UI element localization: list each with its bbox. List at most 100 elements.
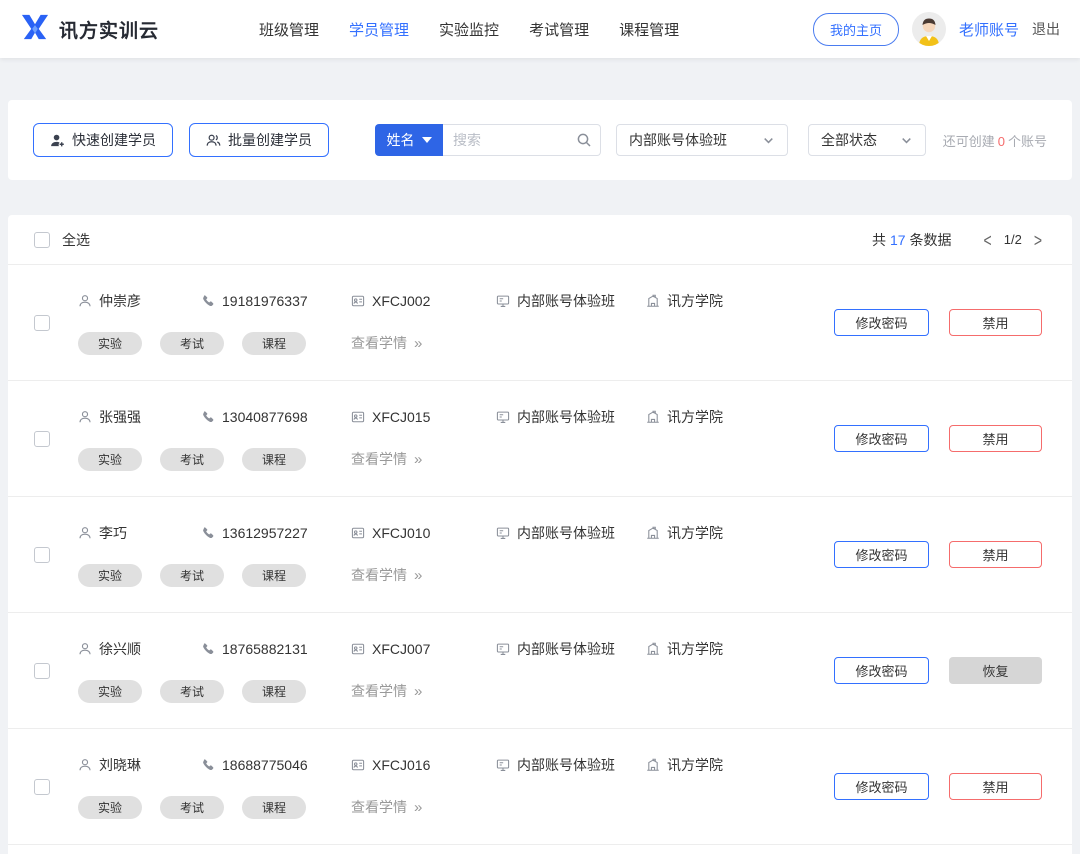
brand: 讯方实训云 — [20, 13, 159, 46]
view-progress-link[interactable]: 查看学情 » — [351, 797, 422, 817]
status-toggle-button[interactable]: 恢复 — [949, 657, 1042, 684]
change-password-button[interactable]: 修改密码 — [834, 541, 929, 568]
nav-experiment-monitor[interactable]: 实验监控 — [439, 19, 499, 40]
person-add-icon — [50, 133, 65, 148]
row-checkbox[interactable] — [34, 663, 50, 679]
student-list-card: 全选 共17条数据 < 1/2 > 仲崇彦 — [8, 215, 1072, 854]
table-row: 李巧 13612957227 — [8, 497, 1072, 613]
person-icon — [78, 410, 92, 424]
search-box — [443, 124, 601, 156]
status-toggle-button[interactable]: 禁用 — [949, 541, 1042, 568]
phone-number: 13612957227 — [222, 525, 308, 541]
list-header-right: 共17条数据 < 1/2 > — [872, 230, 1042, 250]
search-field-select[interactable]: 姓名 — [375, 124, 443, 156]
class-name: 内部账号体验班 — [517, 755, 615, 775]
phone-number: 18688775046 — [222, 757, 308, 773]
row-info-line: 刘晓琳 18688775046 — [78, 755, 834, 775]
search-field-value: 姓名 — [387, 130, 415, 150]
row-checkbox[interactable] — [34, 547, 50, 563]
table-row: 刘晓琳 18688775046 — [8, 729, 1072, 845]
row-info-line: 仲崇彦 19181976337 — [78, 291, 834, 311]
tag-experiment[interactable]: 实验 — [78, 796, 142, 819]
tag-course[interactable]: 课程 — [242, 796, 306, 819]
nav-class-management[interactable]: 班级管理 — [259, 19, 319, 40]
row-action-line: 实验 考试 课程 查看学情 » — [78, 796, 834, 819]
quota-remaining: 还可创建0个账号 — [943, 131, 1047, 150]
batch-create-student-button[interactable]: 批量创建学员 — [189, 123, 329, 157]
tag-course[interactable]: 课程 — [242, 448, 306, 471]
total-suffix: 条数据 — [910, 232, 952, 248]
tag-exam[interactable]: 考试 — [160, 332, 224, 355]
tag-experiment[interactable]: 实验 — [78, 564, 142, 587]
student-name: 李巧 — [99, 523, 127, 543]
class-cell: 内部账号体验班 — [496, 755, 646, 775]
select-all-checkbox[interactable] — [34, 232, 50, 248]
tag-course[interactable]: 课程 — [242, 680, 306, 703]
quick-create-label: 快速创建学员 — [72, 130, 156, 150]
row-actions: 修改密码 恢复 — [834, 657, 1042, 684]
id-card-icon — [351, 642, 365, 656]
tag-experiment[interactable]: 实验 — [78, 680, 142, 703]
quota-count: 0 — [998, 134, 1005, 149]
double-arrow-icon: » — [414, 799, 422, 816]
view-progress-link[interactable]: 查看学情 » — [351, 449, 422, 469]
next-page-icon[interactable]: > — [1034, 229, 1042, 250]
phone-number: 19181976337 — [222, 293, 308, 309]
account-name[interactable]: 老师账号 — [959, 19, 1019, 40]
tag-course[interactable]: 课程 — [242, 564, 306, 587]
id-card-icon — [351, 758, 365, 772]
change-password-button[interactable]: 修改密码 — [834, 657, 929, 684]
row-checkbox[interactable] — [34, 431, 50, 447]
view-progress-link[interactable]: 查看学情 » — [351, 681, 422, 701]
tag-exam[interactable]: 考试 — [160, 796, 224, 819]
prev-page-icon[interactable]: < — [984, 229, 992, 250]
change-password-button[interactable]: 修改密码 — [834, 309, 929, 336]
student-name-cell: 仲崇彦 — [78, 291, 201, 311]
search-icon[interactable] — [576, 132, 592, 153]
row-info-line: 张强强 13040877698 — [78, 407, 834, 427]
status-toggle-button[interactable]: 禁用 — [949, 425, 1042, 452]
class-filter-dropdown[interactable]: 内部账号体验班 — [616, 124, 788, 156]
tag-course[interactable]: 课程 — [242, 332, 306, 355]
tag-exam[interactable]: 考试 — [160, 564, 224, 587]
change-password-button[interactable]: 修改密码 — [834, 773, 929, 800]
nav-student-management[interactable]: 学员管理 — [349, 19, 409, 40]
tag-exam[interactable]: 考试 — [160, 448, 224, 471]
tag-experiment[interactable]: 实验 — [78, 332, 142, 355]
tag-exam[interactable]: 考试 — [160, 680, 224, 703]
permission-tags: 实验 考试 课程 — [78, 332, 351, 355]
monitor-icon — [496, 294, 510, 308]
class-name: 内部账号体验班 — [517, 639, 615, 659]
view-progress-label: 查看学情 — [351, 333, 407, 353]
view-progress-link[interactable]: 查看学情 » — [351, 565, 422, 585]
row-info-line: 徐兴顺 18765882131 — [78, 639, 834, 659]
college-name: 讯方学院 — [667, 639, 723, 659]
person-icon — [78, 758, 92, 772]
phone-icon — [201, 294, 215, 308]
tag-experiment[interactable]: 实验 — [78, 448, 142, 471]
account-code: XFCJ016 — [372, 757, 430, 773]
status-toggle-button[interactable]: 禁用 — [949, 773, 1042, 800]
table-row: 徐兴顺 18765882131 — [8, 613, 1072, 729]
my-homepage-button[interactable]: 我的主页 — [813, 13, 899, 46]
student-rows: 仲崇彦 19181976337 — [8, 265, 1072, 845]
avatar[interactable] — [912, 12, 946, 46]
change-password-button[interactable]: 修改密码 — [834, 425, 929, 452]
account-code: XFCJ010 — [372, 525, 430, 541]
row-checkbox[interactable] — [34, 779, 50, 795]
status-filter-dropdown[interactable]: 全部状态 — [808, 124, 926, 156]
nav-exam-management[interactable]: 考试管理 — [529, 19, 589, 40]
row-checkbox[interactable] — [34, 315, 50, 331]
college-cell: 讯方学院 — [646, 523, 834, 543]
monitor-icon — [496, 642, 510, 656]
building-icon — [646, 642, 660, 656]
status-toggle-button[interactable]: 禁用 — [949, 309, 1042, 336]
batch-create-label: 批量创建学员 — [228, 130, 312, 150]
monitor-icon — [496, 758, 510, 772]
view-progress-link[interactable]: 查看学情 » — [351, 333, 422, 353]
quick-create-student-button[interactable]: 快速创建学员 — [33, 123, 173, 157]
student-name: 张强强 — [99, 407, 141, 427]
logout-link[interactable]: 退出 — [1032, 19, 1060, 39]
account-code-cell: XFCJ010 — [351, 525, 496, 541]
nav-course-management[interactable]: 课程管理 — [619, 19, 679, 40]
